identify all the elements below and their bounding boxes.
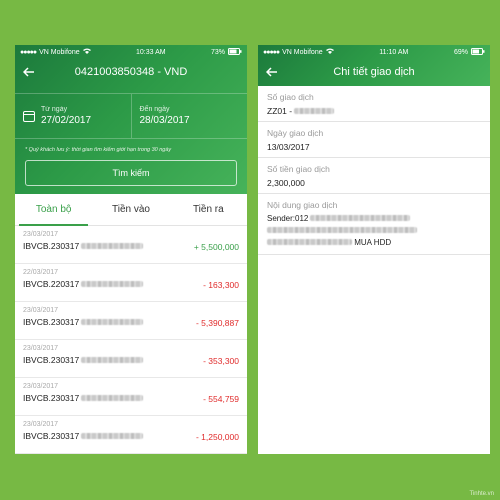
statement-screen: ●●●●● VN Mobifone 10:33 AM 73% 042100385…	[15, 45, 247, 454]
battery-percent: 73%	[210, 48, 225, 56]
back-arrow-icon[interactable]	[265, 65, 284, 79]
to-date-value: 28/03/2017	[139, 115, 190, 126]
transaction-amount: + 5,500,000	[193, 242, 239, 252]
detail-header: ●●●●● VN Mobifone 11:10 AM 69% Chi tiết …	[258, 45, 490, 86]
wifi-icon	[325, 48, 334, 56]
transaction-amount: - 554,759	[203, 394, 239, 404]
transaction-row[interactable]: 23/03/2017 IBVCB.230317 - 554,759	[15, 378, 247, 416]
transaction-date: 23/03/2017	[23, 231, 59, 238]
transaction-description: IBVCB.230317	[23, 431, 80, 441]
redacted-text	[294, 108, 335, 114]
transaction-number-label: Số giao dịch	[267, 92, 314, 102]
transaction-date-value: 13/03/2017	[267, 142, 310, 152]
transaction-detail-screen: ●●●●● VN Mobifone 11:10 AM 69% Chi tiết …	[258, 45, 490, 454]
transaction-content-field: Nội dung giao dịch Sender:012 MUA HDD	[258, 194, 490, 255]
transaction-amount: - 5,390,887	[195, 318, 239, 328]
transaction-date-field: Ngày giao dịch 13/03/2017	[258, 122, 490, 158]
content-purpose: MUA HDD	[354, 238, 392, 247]
transaction-description: IBVCB.220317	[23, 279, 80, 289]
redacted-text	[267, 227, 417, 233]
transaction-description: IBVCB.230317	[23, 355, 80, 365]
status-bar: ●●●●● VN Mobifone 11:10 AM 69%	[258, 45, 490, 59]
transaction-row[interactable]: 23/03/2017 IBVCB.230317 - 5,390,887	[15, 302, 247, 340]
transaction-date: 23/03/2017	[23, 345, 59, 352]
tab-outgoing[interactable]: Tiền ra	[170, 194, 247, 225]
statement-header: ●●●●● VN Mobifone 10:33 AM 73% 042100385…	[15, 45, 247, 194]
transaction-row[interactable]: 23/03/2017 IBVCB.230317 - 1,250,000	[15, 416, 247, 454]
transaction-list: 23/03/2017 IBVCB.230317 + 5,500,000 22/0…	[15, 226, 247, 454]
redacted-text	[81, 395, 144, 401]
transaction-description: IBVCB.230317	[23, 393, 80, 403]
status-bar: ●●●●● VN Mobifone 10:33 AM 73%	[15, 45, 247, 59]
signal-icon: ●●●●●	[263, 48, 280, 56]
transaction-amount-value: 2,300,000	[267, 178, 305, 188]
wifi-icon	[82, 48, 91, 56]
redacted-text	[81, 433, 144, 439]
back-arrow-icon[interactable]	[22, 65, 41, 79]
redacted-text	[310, 215, 411, 221]
from-date-label: Từ ngày	[41, 106, 68, 113]
date-range: Từ ngày 27/02/2017 Đến ngày 28/03/2017	[15, 93, 247, 139]
transaction-amount: - 353,300	[203, 356, 239, 366]
carrier-label: VN Mobifone	[282, 48, 323, 56]
from-date-picker[interactable]: Từ ngày 27/02/2017	[15, 94, 131, 138]
transaction-description: IBVCB.230317	[23, 317, 80, 327]
detail-title: Chi tiết giao dịch	[333, 66, 415, 78]
tab-incoming[interactable]: Tiền vào	[92, 194, 169, 225]
transaction-amount-label: Số tiền giao dịch	[267, 164, 330, 174]
calendar-icon	[23, 110, 35, 122]
search-limit-note: * Quý khách lưu ý: thời gian tìm kiếm gi…	[25, 147, 172, 153]
transaction-row[interactable]: 22/03/2017 IBVCB.220317 - 163,300	[15, 264, 247, 302]
transaction-content-label: Nội dung giao dịch	[267, 200, 338, 210]
redacted-text	[81, 319, 144, 325]
transaction-amount: - 163,300	[203, 280, 239, 290]
account-title: 0421003850348 - VND	[74, 66, 188, 78]
to-date-label: Đến ngày	[139, 106, 170, 113]
transaction-number-value: ZZ01 -	[267, 106, 293, 116]
detail-navbar: Chi tiết giao dịch	[258, 59, 490, 85]
battery-icon	[227, 47, 242, 57]
battery-icon	[471, 47, 485, 57]
from-date-value: 27/02/2017	[41, 115, 92, 126]
clock-label: 11:10 AM	[379, 48, 409, 56]
carrier-label: VN Mobifone	[39, 48, 80, 56]
transaction-date-label: Ngày giao dịch	[267, 128, 324, 138]
filter-tabs: Toàn bộ Tiền vào Tiền ra	[15, 194, 247, 226]
transaction-date: 23/03/2017	[23, 307, 59, 314]
tab-all[interactable]: Toàn bộ	[15, 194, 92, 226]
redacted-text	[267, 239, 352, 245]
transaction-amount-field: Số tiền giao dịch 2,300,000	[258, 158, 490, 194]
redacted-text	[81, 243, 144, 249]
transaction-date: 22/03/2017	[23, 269, 59, 276]
transaction-amount: - 1,250,000	[195, 432, 239, 442]
redacted-text	[81, 281, 144, 287]
watermark: Tinhte.vn	[469, 491, 494, 497]
transaction-number-field: Số giao dịch ZZ01 -	[258, 86, 490, 122]
transaction-date: 23/03/2017	[23, 421, 59, 428]
transaction-description: IBVCB.230317	[23, 241, 80, 251]
battery-percent: 69%	[453, 48, 468, 56]
content-sender: Sender:012	[267, 214, 309, 223]
transaction-row[interactable]: 23/03/2017 IBVCB.230317 - 353,300	[15, 340, 247, 378]
transaction-row[interactable]: 23/03/2017 IBVCB.230317 + 5,500,000	[15, 226, 247, 264]
search-button[interactable]: Tìm kiếm	[25, 160, 237, 186]
clock-label: 10:33 AM	[136, 48, 166, 56]
redacted-text	[81, 357, 144, 363]
to-date-picker[interactable]: Đến ngày 28/03/2017	[130, 94, 248, 138]
signal-icon: ●●●●●	[20, 48, 37, 56]
transaction-date: 23/03/2017	[23, 383, 59, 390]
statement-navbar: 0421003850348 - VND	[15, 59, 247, 85]
